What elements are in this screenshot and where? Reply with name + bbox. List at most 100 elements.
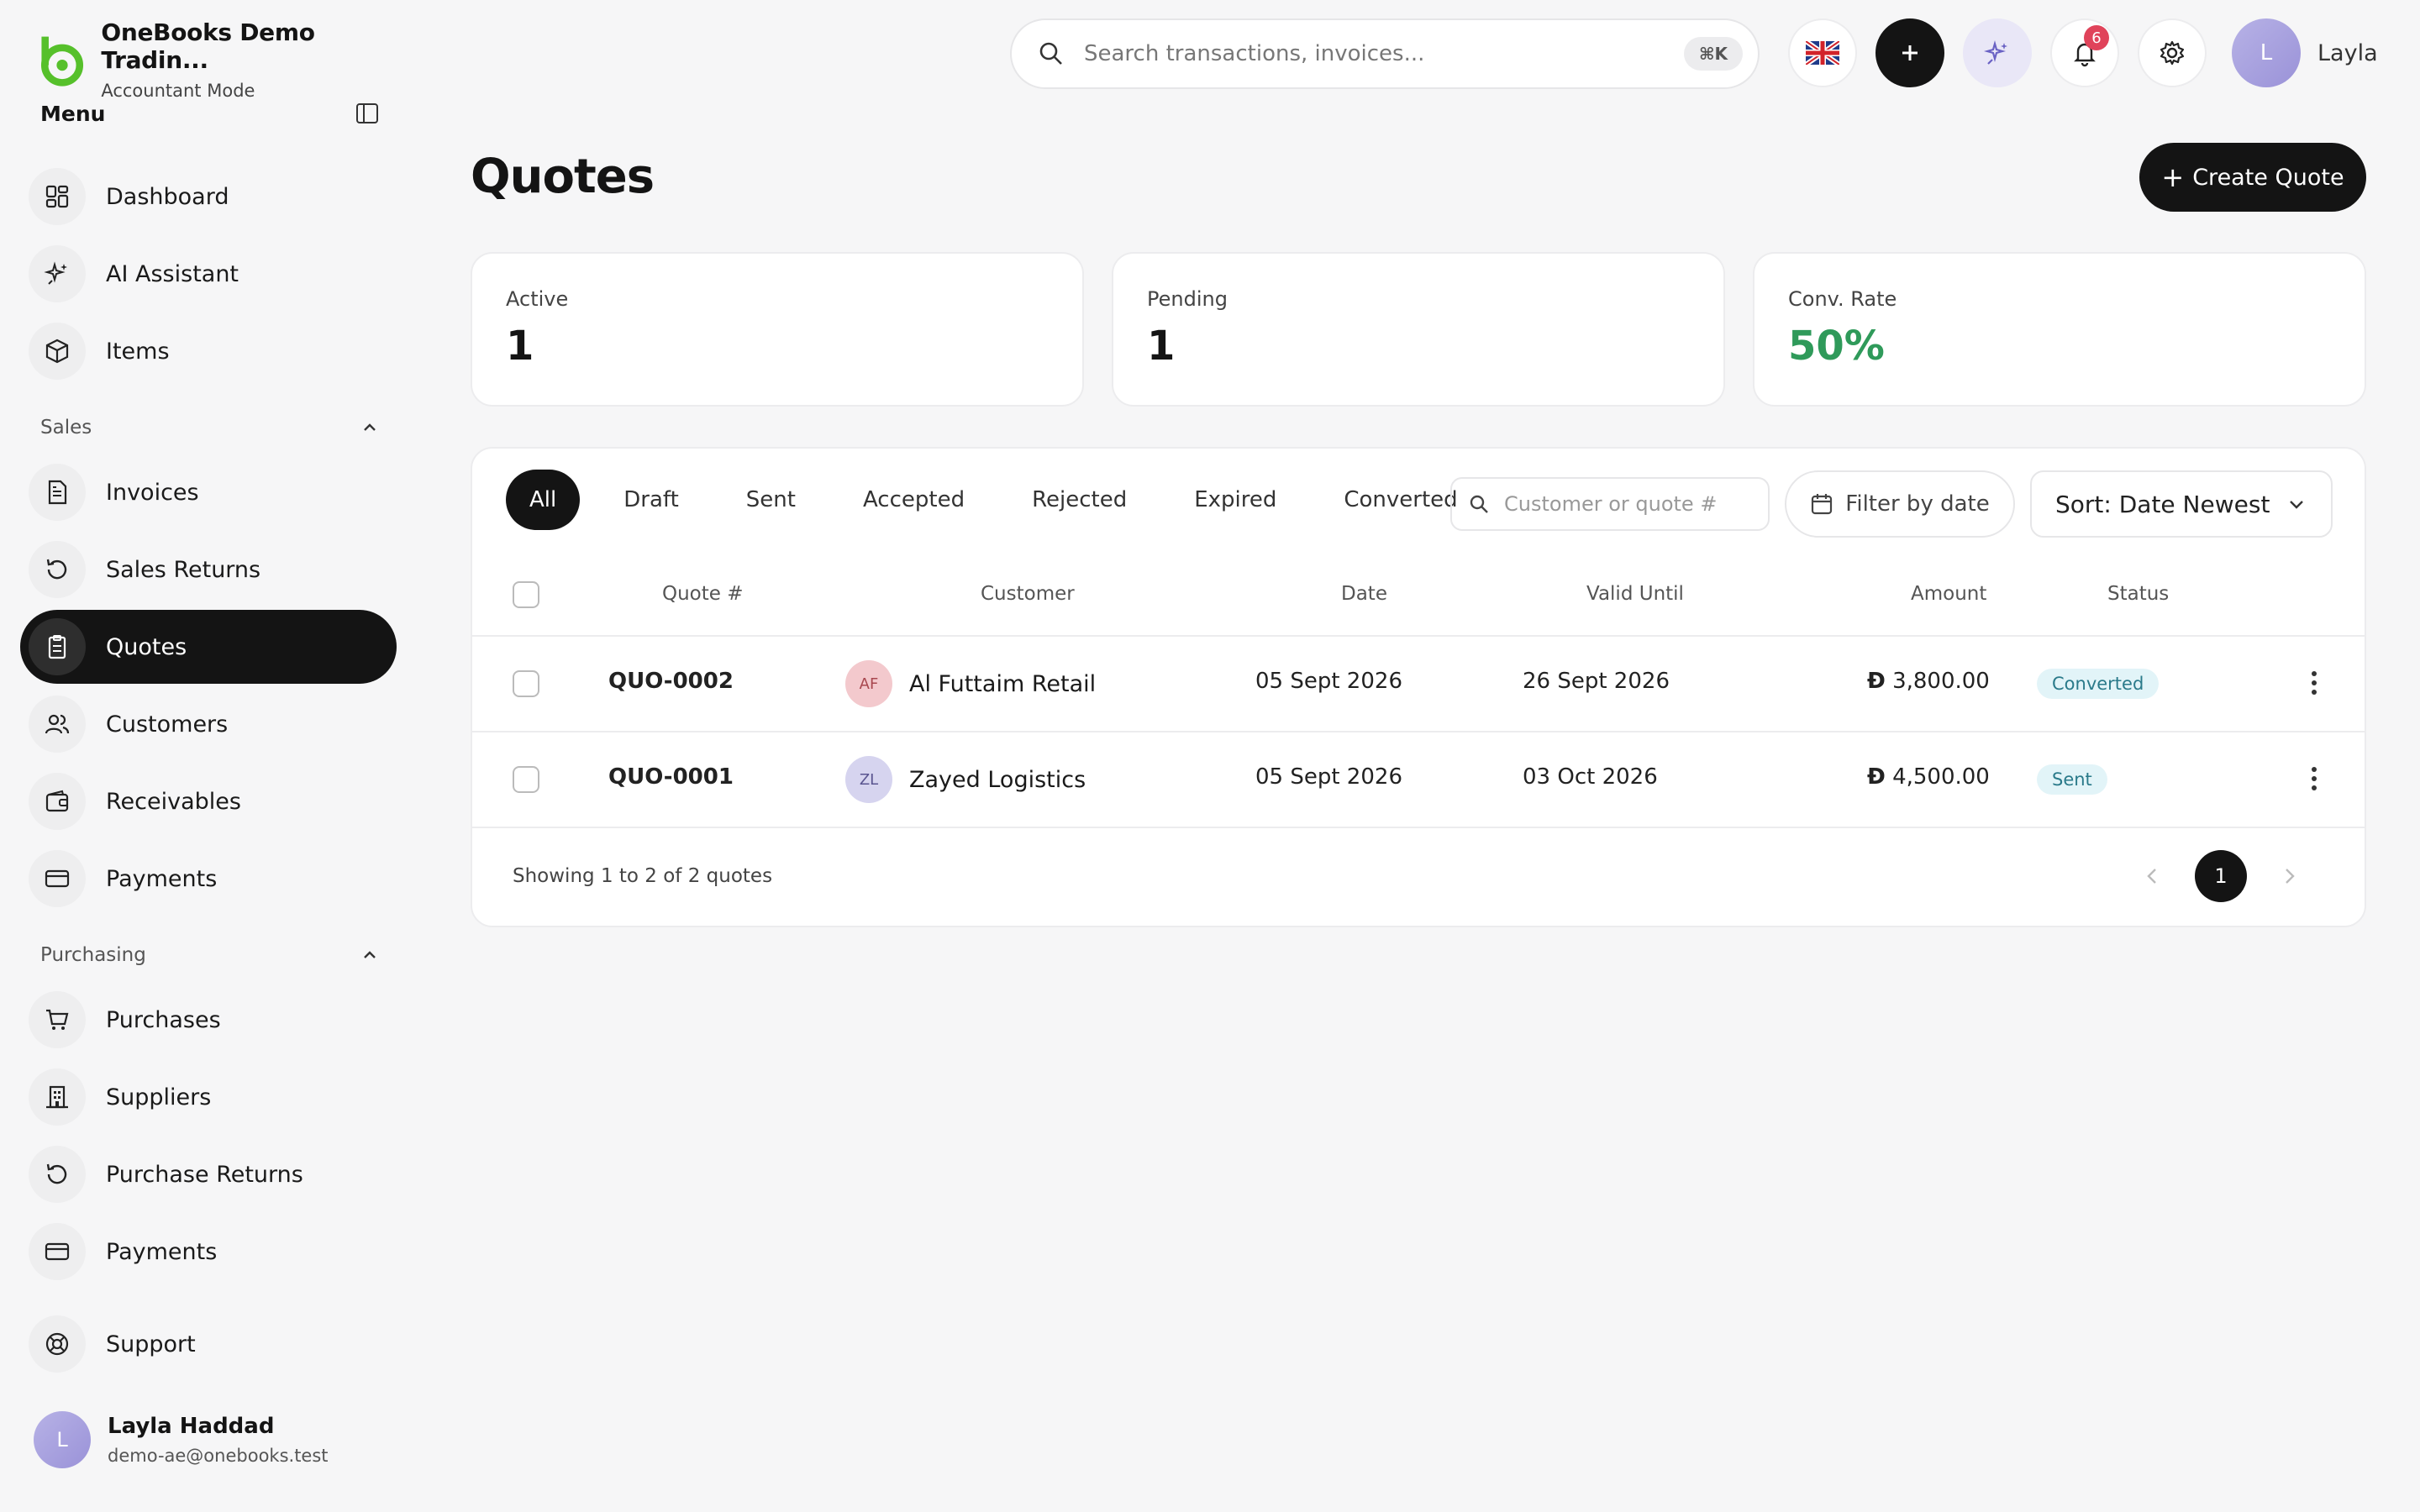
sidebar-item-label: Payments (106, 1238, 218, 1265)
dirham-currency-icon: Ð (1867, 669, 1886, 694)
column-header-valid-until[interactable]: Valid Until (1586, 583, 1684, 605)
valid-until: 03 Oct 2026 (1523, 764, 1658, 790)
tab-rejected[interactable]: Rejected (1008, 470, 1150, 530)
global-search-input[interactable]: Search transactions, invoices... ⌘K (1010, 18, 1760, 89)
card-icon (29, 850, 86, 907)
column-header-status[interactable]: Status (2107, 583, 2169, 605)
tab-accepted[interactable]: Accepted (839, 470, 988, 530)
stat-label: Pending (1147, 287, 1228, 311)
row-checkbox[interactable] (513, 670, 539, 697)
tab-sent[interactable]: Sent (723, 470, 819, 530)
sidebar-item-ai-assistant[interactable]: AI Assistant (20, 237, 397, 311)
uk-flag-icon (1806, 41, 1839, 65)
sidebar-item-items[interactable]: Items (20, 314, 397, 388)
ai-button[interactable] (1963, 18, 2032, 87)
more-options-icon[interactable] (2306, 669, 2323, 697)
sidebar-item-label: Receivables (106, 788, 241, 815)
column-header-customer[interactable]: Customer (981, 583, 1075, 605)
settings-button[interactable] (2138, 18, 2207, 87)
quote-number[interactable]: QUO-0002 (608, 669, 734, 694)
quote-date: 05 Sept 2026 (1255, 764, 1402, 790)
stat-label: Conv. Rate (1788, 287, 1897, 311)
amount: Ð 3,800.00 (1867, 669, 1990, 694)
plus-icon (1902, 45, 1918, 60)
sort-select[interactable]: Sort: Date Newest (2030, 470, 2333, 538)
user-menu[interactable]: L Layla (2232, 18, 2378, 87)
mode-label: Accountant Mode (101, 81, 255, 101)
tab-draft[interactable]: Draft (600, 470, 702, 530)
table-row[interactable]: QUO-0002 AF Al Futtaim Retail 05 Sept 20… (472, 637, 2365, 732)
amount-value: 3,800.00 (1892, 669, 1990, 694)
notifications-button[interactable]: 6 (2050, 18, 2119, 87)
quotes-table-card: All Draft Sent Accepted Rejected Expired… (471, 447, 2366, 927)
stat-label: Active (506, 287, 569, 311)
sidebar-item-sales-returns[interactable]: Sales Returns (20, 533, 397, 606)
purchasing-section-toggle[interactable]: Purchasing (40, 944, 380, 966)
sidebar-item-invoices[interactable]: Invoices (20, 455, 397, 529)
next-page-button[interactable] (2272, 859, 2306, 893)
customer-cell: ZL Zayed Logistics (845, 756, 1086, 803)
tab-all[interactable]: All (506, 470, 581, 530)
sidebar-item-label: Sales Returns (106, 556, 261, 583)
more-options-icon[interactable] (2306, 764, 2323, 793)
user-profile-card[interactable]: L Layla Haddad demo-ae@onebooks.test (34, 1411, 329, 1468)
invoice-icon (29, 464, 86, 521)
filter-by-date-label: Filter by date (1845, 491, 1990, 517)
sidebar-item-label: Support (106, 1331, 196, 1357)
create-quote-button[interactable]: + Create Quote (2139, 143, 2366, 212)
sidebar-item-customers[interactable]: Customers (20, 687, 397, 761)
select-all-checkbox[interactable] (513, 581, 539, 608)
page-title: Quotes (471, 150, 655, 204)
sidebar-item-suppliers[interactable]: Suppliers (20, 1060, 397, 1134)
quote-number[interactable]: QUO-0001 (608, 764, 734, 790)
chevron-down-icon (2290, 501, 2303, 509)
quick-add-button[interactable] (1876, 18, 1944, 87)
column-header-quote[interactable]: Quote # (662, 583, 744, 605)
sidebar-item-label: Items (106, 338, 170, 365)
sales-section-toggle[interactable]: Sales (40, 417, 380, 438)
language-button[interactable] (1788, 18, 1857, 87)
dashboard-icon (29, 168, 86, 225)
stat-value: 1 (506, 323, 534, 370)
stat-value: 1 (1147, 323, 1176, 370)
quote-search-input[interactable]: Customer or quote # (1450, 477, 1770, 531)
user-email: demo-ae@onebooks.test (108, 1446, 329, 1466)
chevron-right-icon (2286, 869, 2295, 884)
calendar-icon (1812, 494, 1833, 515)
previous-page-button[interactable] (2136, 859, 2170, 893)
sidebar-item-dashboard[interactable]: Dashboard (20, 160, 397, 234)
search-icon (1039, 42, 1062, 65)
sidebar-item-receivables[interactable]: Receivables (20, 764, 397, 838)
customer-avatar: AF (845, 660, 892, 707)
table-row[interactable]: QUO-0001 ZL Zayed Logistics 05 Sept 2026… (472, 732, 2365, 828)
page-number-button[interactable]: 1 (2195, 850, 2247, 902)
sidebar-item-purchase-returns[interactable]: Purchase Returns (20, 1137, 397, 1211)
brand[interactable]: OneBooks Demo Tradin... Accountant Mode (34, 18, 412, 101)
sidebar-toggle-icon[interactable] (355, 101, 380, 126)
search-placeholder: Search transactions, invoices... (1084, 41, 1425, 66)
sidebar-item-support[interactable]: Support (20, 1307, 397, 1381)
sidebar-item-purchase-payments[interactable]: Payments (20, 1215, 397, 1289)
column-header-amount[interactable]: Amount (1911, 583, 1986, 605)
sidebar-item-label: Payments (106, 865, 218, 892)
sidebar-item-purchases[interactable]: Purchases (20, 983, 397, 1057)
card-icon (29, 1223, 86, 1280)
shortcut-badge: ⌘K (1683, 37, 1743, 71)
section-title: Sales (40, 417, 92, 438)
user-short-name: Layla (2317, 39, 2378, 66)
customer-name: Al Futtaim Retail (909, 670, 1097, 697)
sidebar-item-label: Suppliers (106, 1084, 212, 1110)
customer-cell: AF Al Futtaim Retail (845, 660, 1096, 707)
avatar: L (2232, 18, 2301, 87)
sort-label: Sort: Date Newest (2055, 490, 2270, 518)
menu-title: Menu (40, 101, 106, 126)
table-header: Quote # Customer Date Valid Until Amount… (472, 558, 2365, 637)
sidebar-item-quotes[interactable]: Quotes (20, 610, 397, 684)
sidebar-item-payments[interactable]: Payments (20, 842, 397, 916)
tab-expired[interactable]: Expired (1171, 470, 1300, 530)
filter-by-date-button[interactable]: Filter by date (1785, 470, 2015, 538)
stat-card-active: Active 1 (471, 252, 1084, 407)
row-checkbox[interactable] (513, 766, 539, 793)
column-header-date[interactable]: Date (1341, 583, 1387, 605)
dirham-currency-icon: Ð (1867, 764, 1886, 790)
